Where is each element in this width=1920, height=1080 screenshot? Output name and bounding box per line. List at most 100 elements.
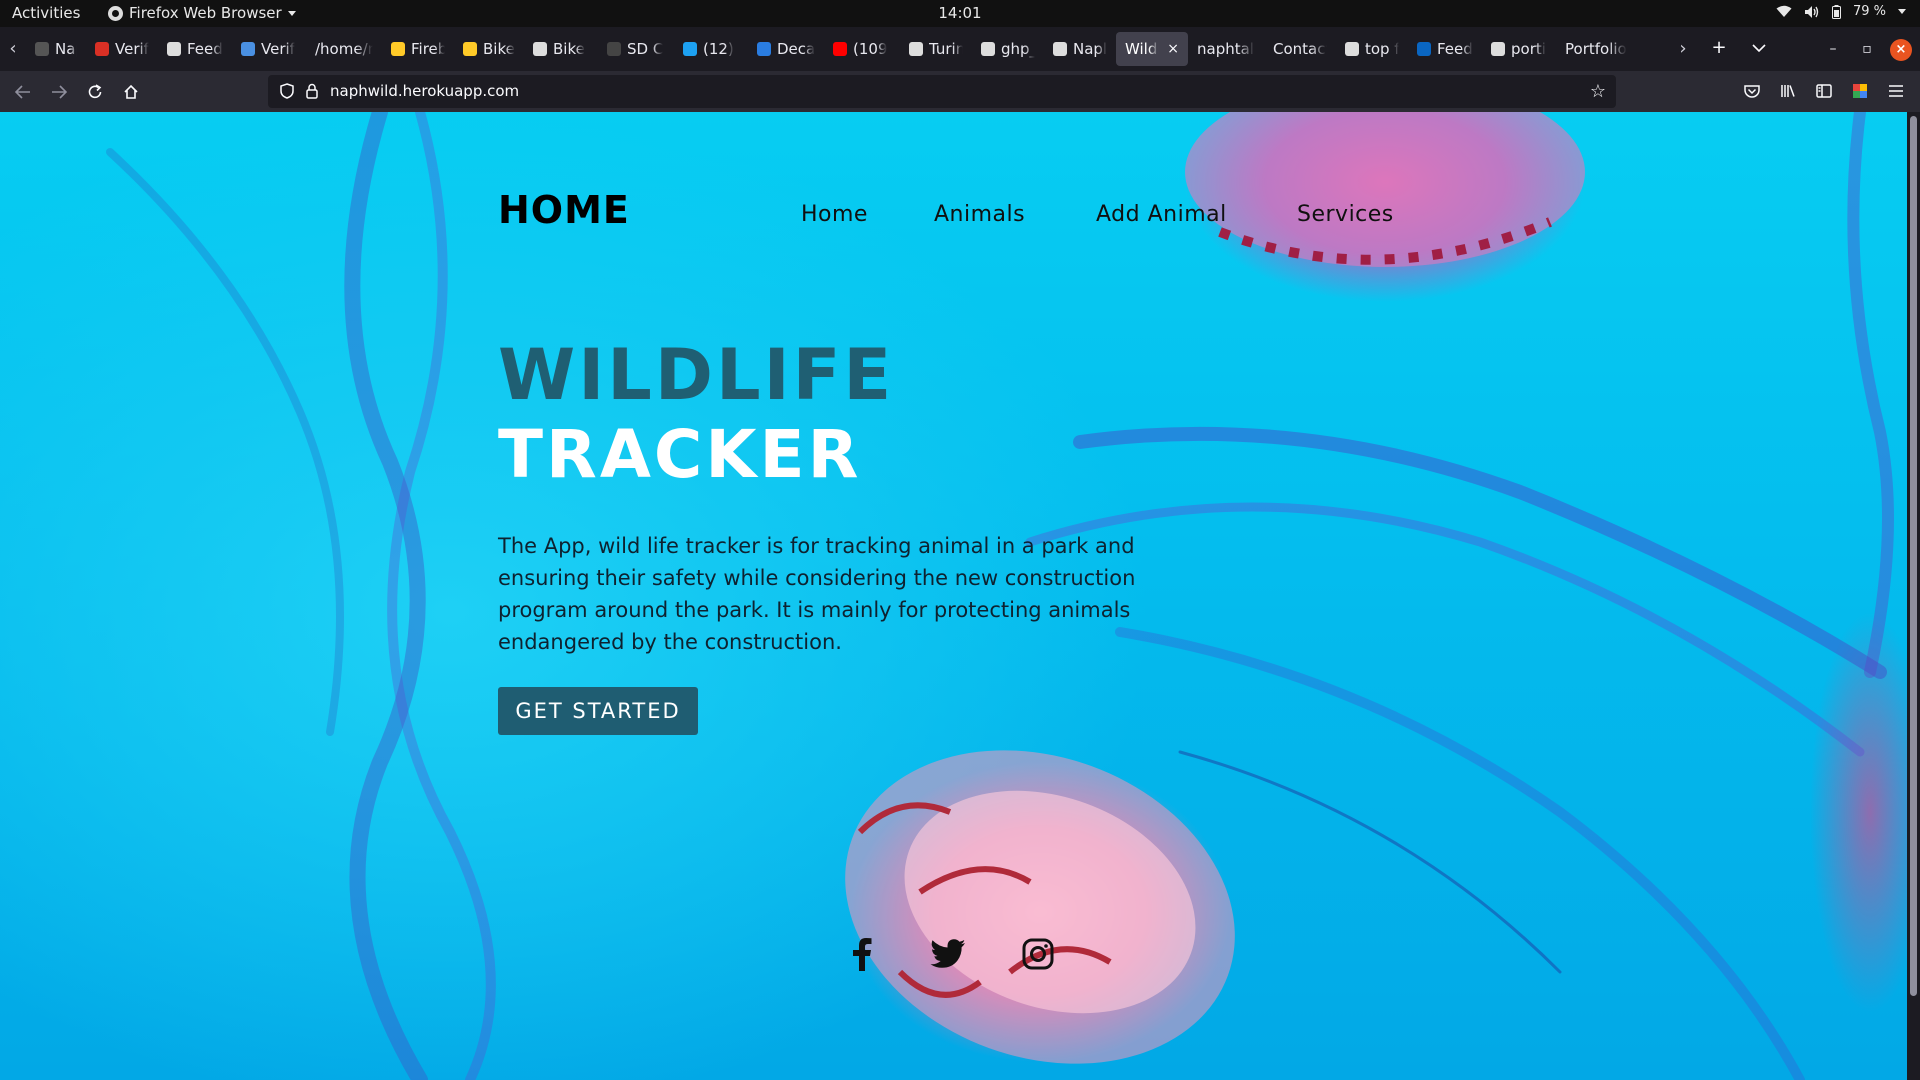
tab-label: Napl [1073,40,1107,58]
battery-percent: 79 % [1852,4,1886,19]
clock[interactable]: 14:01 [938,4,981,22]
lock-icon[interactable] [306,83,318,99]
web-page: HOME Home Animals Add Animal Services WI… [0,112,1907,1080]
tab-label: Bike [483,40,515,58]
sidebar-icon[interactable] [1814,81,1834,101]
tab-label: Turin [929,40,963,58]
sd-icon [607,42,621,56]
new-tab-icon[interactable]: + [1706,37,1732,61]
url-bar[interactable]: naphwild.herokuapp.com ☆ [268,75,1616,108]
tab[interactable]: Verif [232,32,306,66]
page-scrollbar[interactable] [1907,112,1920,1080]
tab-scroll-left-icon[interactable]: ‹ [4,37,22,61]
tab-label: Portfolio [1565,40,1627,58]
tab-label: /home/n [315,40,373,58]
close-tab-icon[interactable]: × [1167,41,1179,57]
tab-scroll-right-icon[interactable]: › [1674,37,1692,61]
close-window-icon[interactable]: × [1890,39,1912,61]
tab[interactable]: /home/n [306,32,382,66]
tab-label: porti [1511,40,1546,58]
firebase-icon [463,42,477,56]
tab[interactable]: SD C [598,32,674,66]
list-all-tabs-icon[interactable] [1746,37,1772,61]
tab[interactable]: naphtali [1188,32,1264,66]
wifi-icon [1776,5,1792,17]
tab[interactable]: (109 [824,32,900,66]
tab-label: ghp_ [1001,40,1035,58]
deca-icon [757,42,771,56]
tab[interactable]: Feed [158,32,232,66]
navigation-toolbar: naphwild.herokuapp.com ☆ [0,71,1920,112]
tab-label: top f [1365,40,1399,58]
tab-list: Napl Verif Feed Verif/home/n Fireb Bike Bike SD… [26,32,1686,66]
scrollbar-thumb[interactable] [1910,116,1917,996]
tab[interactable]: Wildli × [1116,32,1188,66]
info-icon [533,42,547,56]
forward-icon[interactable] [46,79,72,105]
tab[interactable]: Turin [900,32,972,66]
back-icon[interactable] [10,79,36,105]
extension-icon[interactable] [1850,81,1870,101]
tab[interactable]: Bike [454,32,524,66]
app-menu-label: Firefox Web Browser [129,4,282,22]
tab-label: Feed [1437,40,1473,58]
tab-label: (12) [703,40,734,58]
tab-label: Deca [777,40,815,58]
tab-label: Bike [553,40,585,58]
restore-icon[interactable]: ▫ [1856,39,1878,61]
tab[interactable]: Deca [748,32,824,66]
url-text[interactable]: naphwild.herokuapp.com [330,82,519,100]
site-logo[interactable]: HOME [498,188,630,232]
nav-link-add-animal[interactable]: Add Animal [1096,202,1227,227]
instagram-icon[interactable] [1018,934,1058,974]
nav-link-animals[interactable]: Animals [934,202,1025,227]
chevron-down-icon [1898,9,1906,14]
tab-label: Fireb [411,40,445,58]
nav-link-services[interactable]: Services [1297,202,1394,227]
tab-label: Verif [115,40,149,58]
nav-link-home[interactable]: Home [801,202,868,227]
tab[interactable]: Napl [26,32,86,66]
library-icon[interactable] [1778,81,1798,101]
bookmark-star-icon[interactable]: ☆ [1590,81,1606,102]
pocket-icon[interactable] [1742,81,1762,101]
tracking-protection-icon[interactable] [280,83,294,99]
minimize-icon[interactable]: – [1822,39,1844,61]
tab[interactable]: porti [1482,32,1556,66]
linkedin-icon [1417,42,1431,56]
tab[interactable]: Feed [1408,32,1482,66]
tab[interactable]: Bike [524,32,598,66]
menu-icon[interactable] [1886,81,1906,101]
status-area[interactable]: 79 % [1776,4,1906,19]
tab[interactable]: Napl [1044,32,1116,66]
firefox-icon [108,5,123,21]
system-top-bar: Activities Firefox Web Browser 14:01 79 … [0,0,1920,27]
napl-icon [35,42,49,56]
get-started-button[interactable]: GET STARTED [498,687,698,735]
twitter-icon [683,42,697,56]
tab[interactable]: top f [1336,32,1408,66]
google-icon [981,42,995,56]
tab[interactable]: Verif [86,32,158,66]
app-menu[interactable]: Firefox Web Browser [108,4,296,22]
activities-button[interactable]: Activities [12,4,80,22]
tab[interactable]: Portfolio [1556,32,1636,66]
tab[interactable]: ghp_ [972,32,1044,66]
battery-icon [1831,4,1841,19]
reload-icon[interactable] [82,79,108,105]
facebook-icon[interactable] [842,934,882,974]
twitter-icon[interactable] [928,934,968,974]
github-icon [1053,42,1067,56]
tab-label: Contact [1273,40,1327,58]
tab[interactable]: Fireb [382,32,454,66]
tab-label: Wildli [1125,40,1159,58]
google-icon [1345,42,1359,56]
tab-label: Verif [261,40,295,58]
hero-title-line-2: TRACKER [498,416,862,493]
info-icon [167,42,181,56]
tab-label: Napl [55,40,77,58]
google-icon [1491,42,1505,56]
home-icon[interactable] [118,79,144,105]
tab[interactable]: (12) [674,32,748,66]
tab[interactable]: Contact [1264,32,1336,66]
